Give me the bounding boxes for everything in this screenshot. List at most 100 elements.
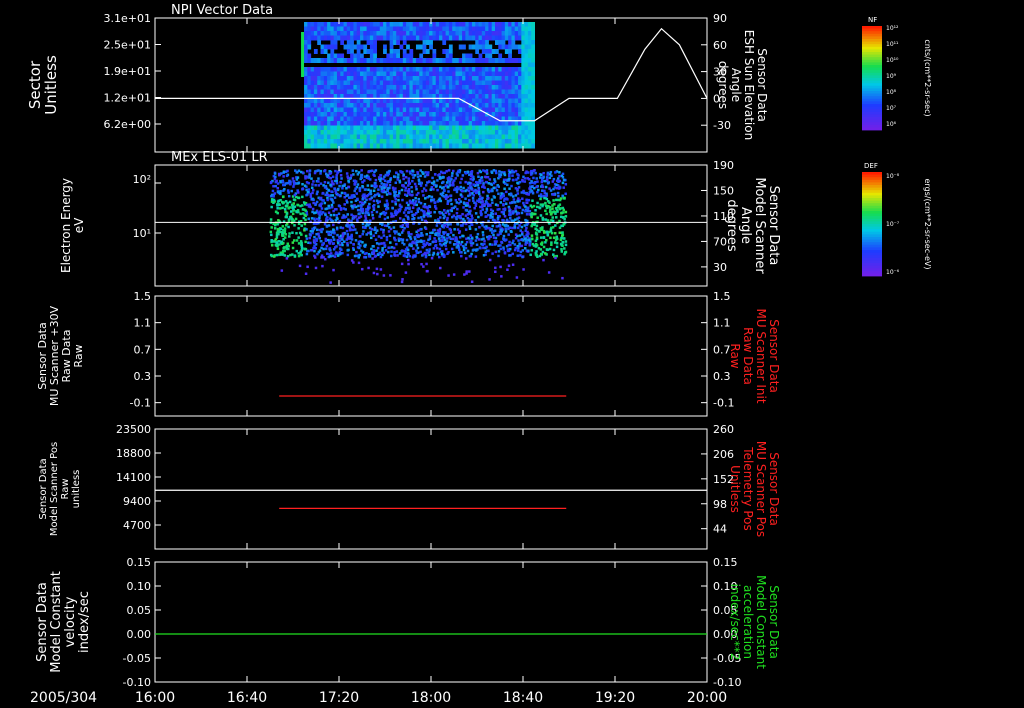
heatmap-cell — [498, 89, 503, 95]
heatmap-cell — [481, 203, 484, 207]
heatmap-cell — [521, 98, 526, 104]
heatmap-cell — [374, 178, 378, 182]
heatmap-cell — [343, 107, 348, 113]
heatmap-cell — [272, 255, 276, 258]
heatmap-cell — [422, 71, 427, 77]
heatmap-cell — [360, 53, 364, 59]
heatmap-cell — [488, 278, 491, 281]
heatmap-cell — [363, 103, 368, 108]
heatmap-cell — [507, 264, 511, 267]
heatmap-cell — [419, 107, 424, 113]
heatmap-cell — [445, 125, 450, 131]
heatmap-cell — [485, 22, 489, 27]
heatmap-cell — [383, 217, 387, 221]
heatmap-cell — [504, 121, 509, 126]
heatmap-cell — [293, 254, 297, 257]
heatmap-cell — [327, 67, 331, 72]
heatmap-cell — [482, 190, 485, 194]
heatmap-cell — [389, 192, 392, 196]
heatmap-cell — [336, 238, 340, 242]
heatmap-cell — [327, 80, 331, 86]
colorbar-cell — [862, 172, 882, 175]
heatmap-cell — [402, 103, 407, 108]
heatmap-cell — [392, 40, 397, 45]
heatmap-cell — [310, 71, 315, 77]
heatmap-cell — [422, 98, 427, 104]
heatmap-cell — [320, 125, 325, 131]
heatmap-cell — [272, 222, 275, 226]
heatmap-cell — [527, 26, 532, 32]
heatmap-cell — [485, 40, 489, 45]
heatmap-cell — [501, 130, 506, 135]
heatmap-cell — [465, 26, 470, 32]
heatmap-cell — [462, 134, 466, 140]
heatmap-cell — [369, 22, 374, 27]
heatmap-cell — [498, 67, 503, 72]
heatmap-cell — [523, 237, 527, 241]
colorbar-cell — [862, 44, 882, 48]
heatmap-cell — [419, 53, 424, 59]
heatmap-cell — [478, 139, 483, 144]
heatmap-cell — [485, 31, 489, 36]
heatmap-cell — [416, 210, 420, 213]
heatmap-cell — [482, 246, 485, 250]
heatmap-cell — [465, 121, 470, 126]
heatmap-cell — [396, 26, 401, 32]
heatmap-cell — [429, 89, 433, 95]
heatmap-cell — [488, 80, 493, 86]
heatmap-cell — [425, 40, 430, 45]
heatmap-cell — [373, 85, 377, 90]
heatmap-cell — [481, 130, 486, 135]
heatmap-cell — [402, 125, 407, 131]
heatmap-cell — [287, 244, 291, 248]
heatmap-cell — [343, 139, 348, 144]
heatmap-cell — [451, 171, 454, 175]
heatmap-cell — [396, 31, 401, 36]
heatmap-cell — [485, 134, 489, 140]
heatmap-cell — [419, 103, 424, 108]
heatmap-cell — [509, 216, 512, 220]
heatmap-cell — [514, 134, 519, 140]
heatmap-cell — [383, 31, 387, 36]
heatmap-cell — [494, 139, 499, 144]
heatmap-cell — [449, 199, 452, 202]
heatmap-cell — [340, 125, 345, 131]
heatmap-cell — [421, 190, 424, 193]
heatmap-cell — [441, 238, 444, 241]
heatmap-cell — [360, 76, 364, 81]
heatmap-cell — [346, 44, 351, 50]
heatmap-cell — [354, 187, 357, 190]
heatmap-cell — [462, 206, 465, 209]
heatmap-cell — [518, 242, 521, 245]
heatmap-cell — [402, 173, 405, 176]
heatmap-cell — [524, 240, 528, 244]
heatmap-cell — [428, 253, 431, 257]
heatmap-cell — [428, 235, 432, 238]
heatmap-cell — [435, 134, 440, 140]
heatmap-cell — [475, 235, 478, 239]
heatmap-cell — [360, 139, 364, 144]
heatmap-cell — [399, 76, 404, 81]
colorbar-cell — [862, 255, 882, 259]
heatmap-cell — [524, 103, 529, 108]
heatmap-cell — [492, 233, 495, 237]
heatmap-cell — [397, 173, 400, 176]
heatmap-cell — [333, 76, 338, 81]
heatmap-cell — [343, 89, 348, 95]
heatmap-cell — [451, 215, 454, 219]
colorbar-cell — [862, 127, 882, 131]
heatmap-cell — [356, 103, 361, 108]
heatmap-cell — [462, 89, 466, 95]
heatmap-cell — [468, 31, 473, 36]
heatmap-cell — [468, 227, 472, 231]
heatmap-cell — [501, 143, 506, 149]
heatmap-cell — [307, 40, 312, 45]
heatmap-cell — [508, 112, 512, 117]
heatmap-cell — [376, 80, 381, 86]
heatmap-cell — [498, 121, 503, 126]
heatmap-cell — [412, 35, 417, 41]
heatmap-cell — [304, 67, 308, 72]
y-tick-label: 10² — [133, 173, 151, 186]
heatmap-cell — [375, 242, 379, 245]
heatmap-cell — [379, 112, 384, 117]
